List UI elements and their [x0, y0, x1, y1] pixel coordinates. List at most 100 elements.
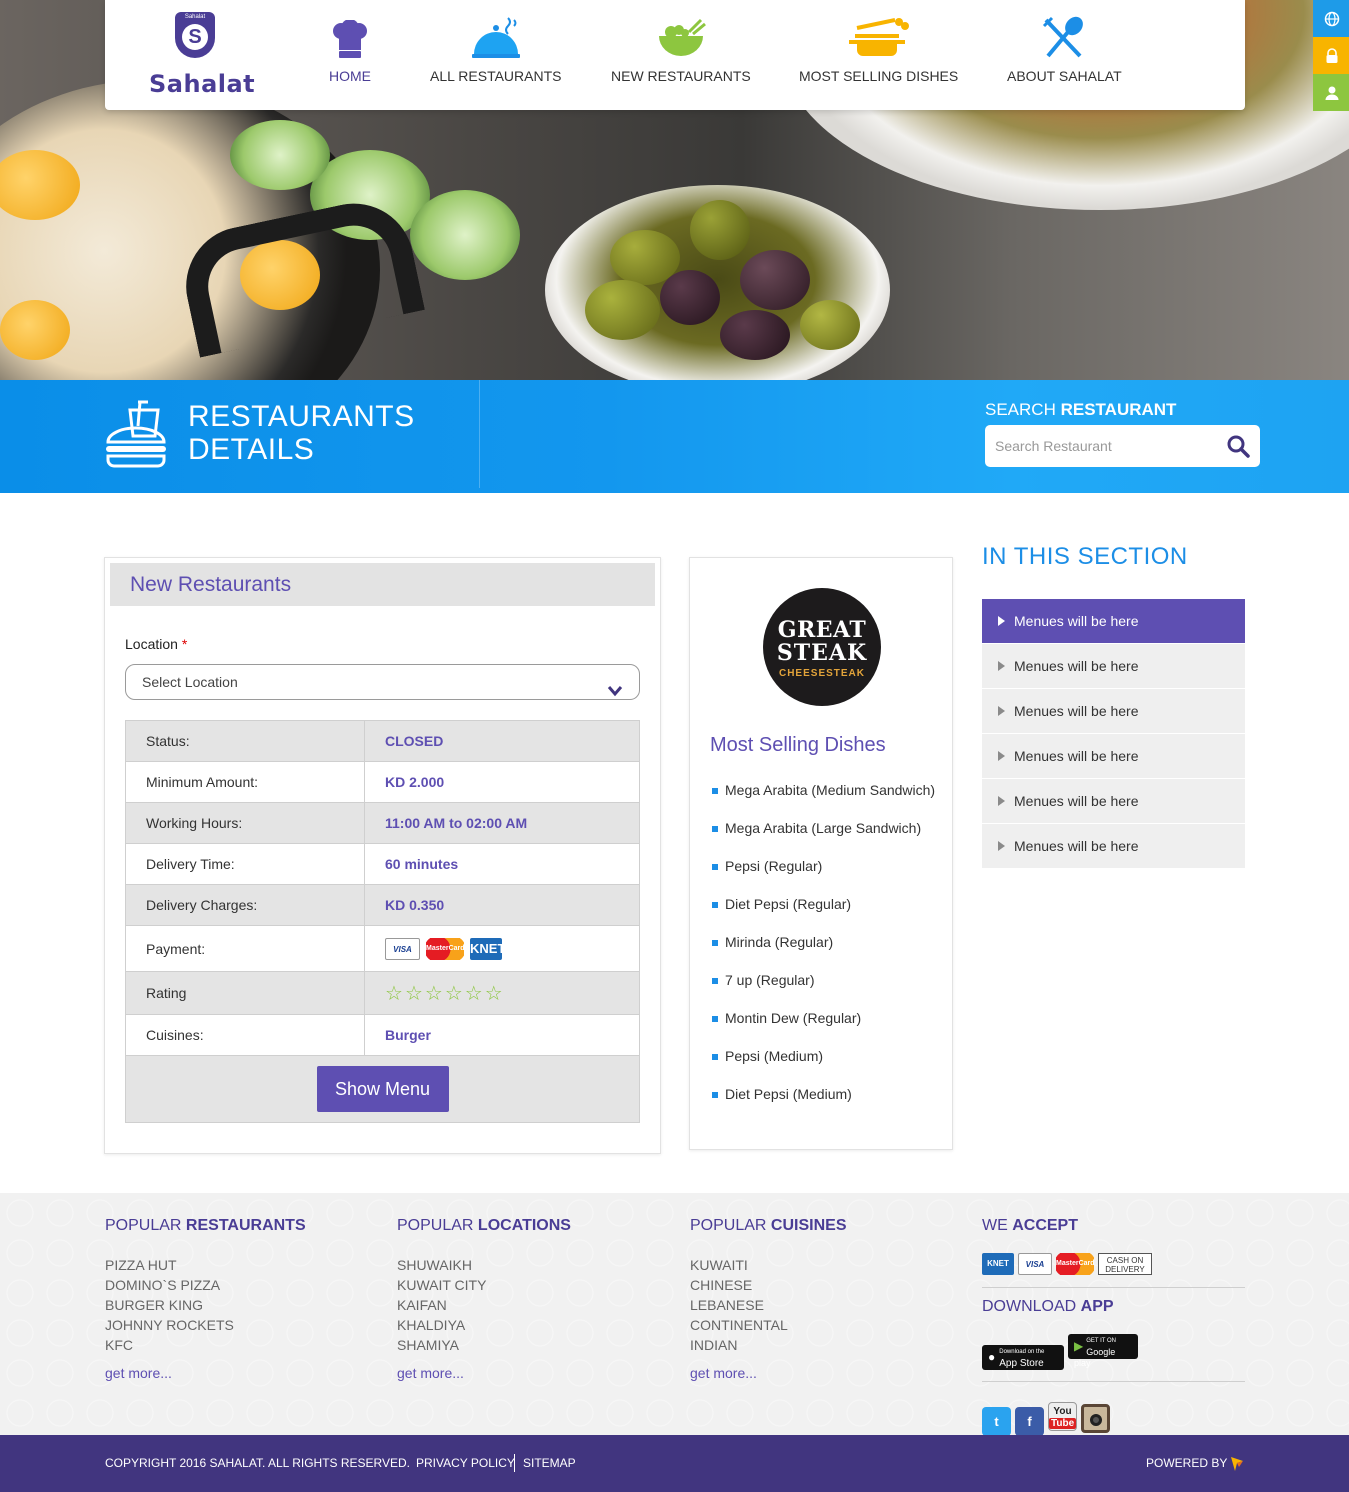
section-menu-item[interactable]: Menues will be here [982, 644, 1245, 689]
restaurant-card: GREAT STEAK CHEESESTEAK Most Selling Dis… [689, 557, 953, 1150]
nav-label: NEW RESTAURANTS [611, 68, 751, 84]
twitter-icon[interactable]: t [982, 1407, 1011, 1436]
heading-bold: CUISINES [770, 1217, 847, 1234]
footer-link[interactable]: KFC [105, 1335, 306, 1355]
row-key: Cuisines: [126, 1015, 365, 1055]
footer-link[interactable]: INDIAN [690, 1335, 847, 1355]
list-item[interactable]: Mega Arabita (Large Sandwich) [710, 818, 940, 838]
globe-icon[interactable] [1313, 0, 1349, 37]
row-key: Status: [126, 721, 365, 761]
list-item[interactable]: Montin Dew (Regular) [710, 1008, 940, 1028]
heading-light: POPULAR [690, 1217, 771, 1234]
star-icon[interactable]: ☆ [465, 981, 483, 1006]
app-store-button[interactable]: ● Download on the App Store [982, 1345, 1064, 1370]
footer-popular-cuisines: POPULAR CUISINES KUWAITI CHINESE LEBANES… [690, 1217, 847, 1381]
logo-shield-icon: Sahalat S [175, 12, 215, 58]
dishes-list: Mega Arabita (Medium Sandwich) Mega Arab… [710, 780, 940, 1122]
footer-link[interactable]: SHUWAIKH [397, 1255, 571, 1275]
section-menu-item[interactable]: Menues will be here [982, 734, 1245, 779]
search-label: SEARCH RESTAURANT [985, 400, 1176, 420]
footer-link[interactable]: SHAMIYA [397, 1335, 571, 1355]
burger-drink-icon [104, 400, 168, 473]
star-icon[interactable]: ☆ [385, 981, 403, 1006]
facebook-icon[interactable]: f [1015, 1407, 1044, 1436]
nav-all-restaurants[interactable]: ALL RESTAURANTS [430, 14, 561, 84]
footer-heading: WE ACCEPT [982, 1217, 1245, 1235]
sitemap-link[interactable]: SITEMAP [523, 1456, 576, 1470]
rating-stars: ☆ ☆ ☆ ☆ ☆ ☆ [365, 972, 639, 1014]
salad-bowl-icon [611, 14, 751, 60]
list-item[interactable]: Mirinda (Regular) [710, 932, 940, 952]
youtube-icon[interactable]: You Tube [1048, 1402, 1077, 1431]
footer-accept-download-column: WE ACCEPT KNET VISA MasterCard CASH ON DELI… [982, 1217, 1245, 1436]
user-icon[interactable] [1313, 74, 1349, 111]
footer-link[interactable]: PIZZA HUT [105, 1255, 306, 1275]
get-more-link[interactable]: get more... [690, 1365, 847, 1381]
footer-link[interactable]: BURGER KING [105, 1295, 306, 1315]
site-header: Sahalat S Sahalat HOME ALL RESTAURANTS N… [105, 0, 1349, 111]
footer-link[interactable]: CONTINENTAL [690, 1315, 847, 1335]
section-menu-item[interactable]: Menues will be here [982, 779, 1245, 824]
table-row-payment: Payment: VISA MasterCard KNET [126, 926, 639, 972]
footer-link[interactable]: KAIFAN [397, 1295, 571, 1315]
nav-most-selling-dishes[interactable]: MOST SELLING DISHES [799, 14, 958, 84]
app-store-small: Download on the [999, 1349, 1045, 1355]
cooking-pot-icon [799, 14, 958, 60]
mastercard-icon: MasterCard [426, 937, 465, 960]
list-item[interactable]: Pepsi (Regular) [710, 856, 940, 876]
get-more-link[interactable]: get more... [105, 1365, 306, 1381]
footer-link[interactable]: KHALDIYA [397, 1315, 571, 1335]
brand-name: Sahalat [149, 70, 256, 98]
nav-new-restaurants[interactable]: NEW RESTAURANTS [611, 14, 751, 84]
table-row-delivery-time: Delivery Time: 60 minutes [126, 844, 639, 885]
google-play-button[interactable]: ▶ GET IT ON Google play [1068, 1334, 1138, 1368]
show-menu-button[interactable]: Show Menu [316, 1066, 449, 1112]
accepted-payments: KNET VISA MasterCard CASH ON DELIVERY [982, 1253, 1245, 1277]
footer-link[interactable]: DOMINO`S PIZZA [105, 1275, 306, 1295]
get-more-link[interactable]: get more... [397, 1365, 571, 1381]
powered-by-logo-icon[interactable] [1229, 1455, 1245, 1476]
lock-icon[interactable] [1313, 37, 1349, 74]
section-menu-item[interactable]: Menues will be here [982, 689, 1245, 734]
footer-link[interactable]: KUWAIT CITY [397, 1275, 571, 1295]
footer-link[interactable]: CHINESE [690, 1275, 847, 1295]
page-title-line2: DETAILS [188, 433, 315, 466]
nav-home[interactable]: HOME [329, 14, 371, 84]
footer-link[interactable]: LEBANESE [690, 1295, 847, 1315]
nav-label: HOME [329, 68, 371, 84]
instagram-icon[interactable] [1081, 1404, 1110, 1433]
row-value: 11:00 AM to 02:00 AM [385, 815, 528, 831]
powered-by-text: POWERED BY [1146, 1456, 1228, 1470]
star-icon[interactable]: ☆ [405, 981, 423, 1006]
privacy-policy-link[interactable]: PRIVACY POLICY [416, 1456, 515, 1470]
nav-label: MOST SELLING DISHES [799, 68, 959, 84]
logo-line3: CHEESESTEAK [778, 668, 865, 679]
location-select[interactable]: Select Location [125, 664, 640, 700]
details-table: Status: CLOSED Minimum Amount: KD 2.000 … [125, 720, 640, 1123]
chef-hat-icon [329, 14, 371, 60]
list-item[interactable]: Mega Arabita (Medium Sandwich) [710, 780, 940, 800]
section-menu-item[interactable]: Menues will be here [982, 824, 1245, 869]
star-icon[interactable]: ☆ [445, 981, 463, 1006]
section-menu-item[interactable]: Menues will be here [982, 599, 1245, 644]
nav-about-sahalat[interactable]: ABOUT SAHALAT [1007, 14, 1122, 84]
banner-divider [479, 380, 480, 488]
star-icon[interactable]: ☆ [425, 981, 443, 1006]
chevron-down-icon [607, 675, 623, 709]
required-mark: * [181, 636, 188, 652]
list-item[interactable]: Diet Pepsi (Medium) [710, 1084, 940, 1104]
row-key: Payment: [126, 926, 365, 971]
row-key: Delivery Charges: [126, 885, 365, 925]
footer-link[interactable]: JOHNNY ROCKETS [105, 1315, 306, 1335]
search-icon[interactable] [1226, 434, 1250, 458]
list-item[interactable]: Pepsi (Medium) [710, 1046, 940, 1066]
footer-link[interactable]: KUWAITI [690, 1255, 847, 1275]
star-icon[interactable]: ☆ [485, 981, 503, 1006]
visa-icon: VISA [385, 937, 420, 960]
heading-bold: LOCATIONS [477, 1217, 571, 1234]
list-item[interactable]: Diet Pepsi (Regular) [710, 894, 940, 914]
search-input[interactable] [995, 425, 1215, 467]
list-item[interactable]: 7 up (Regular) [710, 970, 940, 990]
section-menu: Menues will be here Menues will be here … [982, 599, 1245, 869]
sahalat-logo[interactable]: Sahalat S Sahalat [149, 12, 256, 104]
